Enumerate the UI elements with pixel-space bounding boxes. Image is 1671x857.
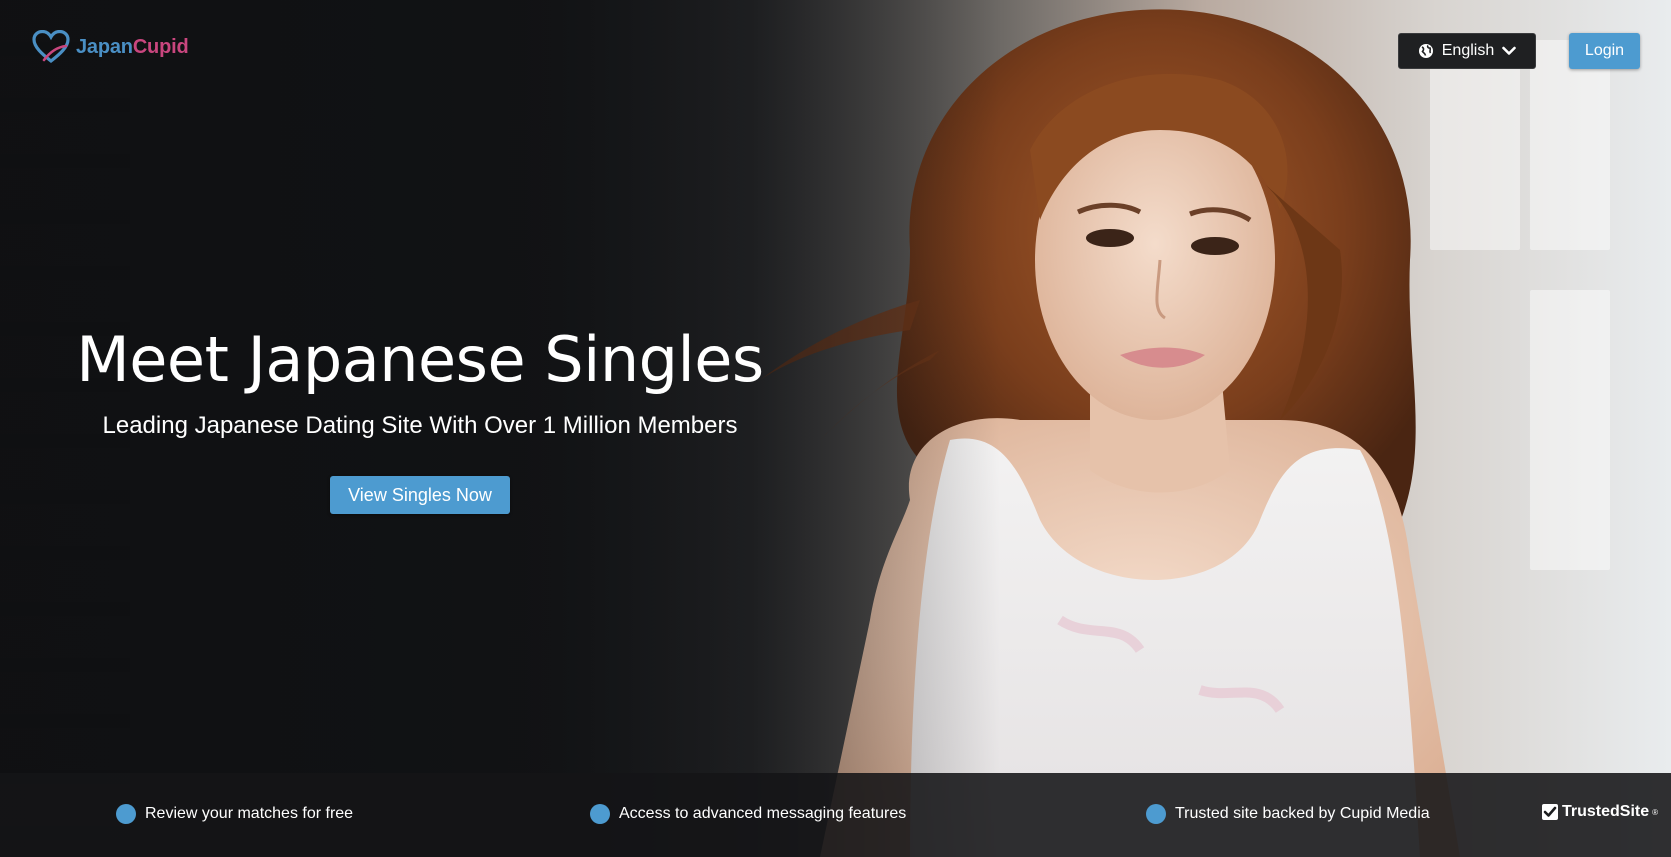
site-logo[interactable]: JapanCupid — [32, 30, 189, 64]
view-singles-button[interactable]: View Singles Now — [330, 476, 510, 514]
bullet-dot-icon — [116, 804, 136, 824]
window-pane-background — [1530, 40, 1610, 250]
bullet-dot-icon — [1146, 804, 1166, 824]
hero-section: Meet Japanese Singles Leading Japanese D… — [60, 318, 780, 514]
language-label: English — [1441, 42, 1495, 59]
heart-logo-icon — [32, 30, 70, 64]
checkbox-icon — [1542, 804, 1558, 820]
feature-item: Review your matches for free — [116, 804, 353, 824]
language-selector[interactable]: English — [1398, 33, 1536, 69]
feature-label: Review your matches for free — [145, 805, 354, 822]
bullet-dot-icon — [590, 804, 610, 824]
globe-icon — [1418, 44, 1433, 58]
feature-label: Access to advanced messaging features — [619, 805, 907, 822]
window-pane-background — [1530, 290, 1610, 570]
feature-item: Trusted site backed by Cupid Media — [1146, 804, 1430, 824]
trustedsite-label: TrustedSite — [1562, 803, 1650, 820]
hero-portrait-photo — [760, 9, 1460, 857]
feature-item: Access to advanced messaging features — [590, 804, 906, 824]
registered-mark: ® — [1652, 807, 1659, 817]
hero-subtitle: Leading Japanese Dating Site With Over 1… — [102, 412, 738, 439]
landing-page: JapanCupid English Login Meet Japanese S… — [0, 0, 1671, 857]
logo-wordmark: JapanCupid — [76, 35, 189, 58]
feature-label: Trusted site backed by Cupid Media — [1175, 805, 1430, 822]
hero-title: Meet Japanese Singles — [76, 323, 764, 396]
trustedsite-badge[interactable]: TrustedSite ® — [1541, 803, 1658, 821]
chevron-down-icon — [1502, 46, 1517, 55]
login-button[interactable]: Login — [1569, 33, 1640, 69]
features-bar: Review your matches for free Access to a… — [0, 773, 1671, 857]
